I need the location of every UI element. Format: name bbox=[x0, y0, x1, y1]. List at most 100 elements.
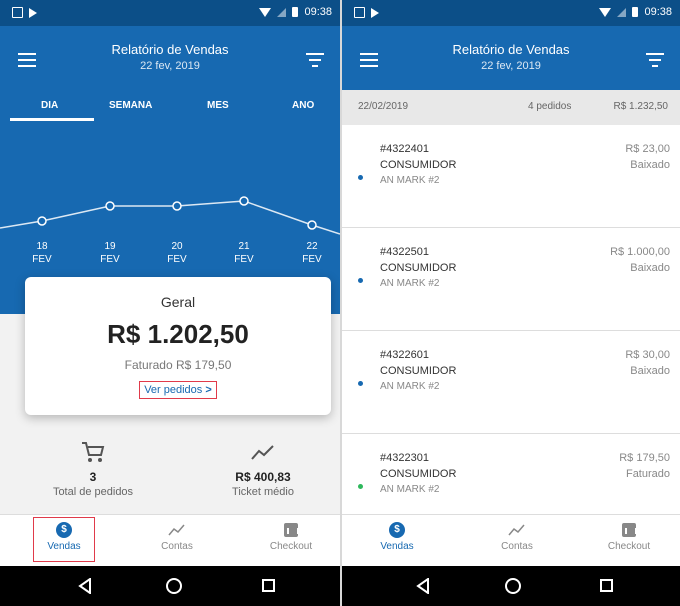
date-summary-bar: 22/02/2019 4 pedidos R$ 1.232,50 bbox=[342, 90, 680, 125]
order-number: #4322401 bbox=[380, 143, 429, 155]
bottom-nav: $ Vendas Contas Checkout bbox=[342, 514, 680, 566]
play-notification-icon bbox=[371, 7, 379, 18]
sales-report-screen: 09:38 Relatório de Vendas 22 fev, 2019 D… bbox=[0, 0, 340, 606]
chevron-right-icon: > bbox=[205, 384, 212, 396]
active-tab-indicator bbox=[10, 118, 94, 121]
dollar-icon: $ bbox=[389, 522, 405, 538]
chart-point[interactable] bbox=[105, 201, 115, 211]
order-customer: CONSUMIDOR bbox=[380, 468, 457, 480]
nav-checkout[interactable]: Checkout bbox=[256, 519, 326, 552]
stat-value: R$ 400,83 bbox=[235, 470, 291, 484]
nav-contas[interactable]: Contas bbox=[142, 519, 212, 552]
back-icon[interactable] bbox=[416, 578, 430, 594]
status-dot bbox=[358, 484, 363, 489]
order-address: AN MARK #2 bbox=[380, 381, 440, 392]
summary-amount: R$ 1.202,50 bbox=[107, 319, 249, 349]
date-label: 22/02/2019 bbox=[358, 101, 409, 112]
chart-day-label[interactable]: 22 FEV bbox=[292, 240, 332, 266]
trend-icon bbox=[482, 519, 552, 541]
orders-list-screen: 09:38 Relatório de Vendas 22 fev, 2019 2… bbox=[340, 0, 680, 606]
order-number: #4322501 bbox=[380, 246, 429, 258]
order-customer: CONSUMIDOR bbox=[380, 365, 457, 377]
chart-day-label[interactable]: 20 FEV bbox=[157, 240, 197, 266]
stat-value: 3 bbox=[89, 470, 97, 484]
signal-icon bbox=[617, 7, 627, 17]
cart-icon bbox=[18, 438, 168, 466]
system-nav-bar bbox=[342, 566, 680, 606]
stat-total-orders: 3 Total de pedidos bbox=[18, 438, 168, 498]
chart-point[interactable] bbox=[37, 216, 47, 226]
stat-label: Total de pedidos bbox=[52, 486, 134, 498]
order-number: #4322601 bbox=[380, 349, 429, 361]
order-customer: CONSUMIDOR bbox=[380, 262, 457, 274]
page-title: Relatório de Vendas bbox=[111, 42, 229, 57]
stat-label: Ticket médio bbox=[232, 486, 294, 498]
page-title: Relatório de Vendas bbox=[452, 42, 570, 57]
system-nav-bar bbox=[0, 566, 340, 606]
order-amount: R$ 1.000,00 bbox=[610, 246, 670, 258]
view-orders-button[interactable]: Ver pedidos > bbox=[139, 381, 217, 399]
stat-avg-ticket: R$ 400,83 Ticket médio bbox=[188, 438, 338, 498]
nav-checkout[interactable]: Checkout bbox=[594, 519, 664, 552]
tab-dia[interactable]: DIA bbox=[41, 100, 58, 111]
signal-icon bbox=[277, 7, 287, 17]
wifi-icon bbox=[599, 7, 612, 17]
tab-mes[interactable]: MES bbox=[207, 100, 229, 111]
order-address: AN MARK #2 bbox=[380, 278, 440, 289]
wifi-icon bbox=[259, 7, 272, 17]
summary-title: Geral bbox=[160, 294, 196, 310]
checkout-icon bbox=[622, 523, 637, 537]
home-icon[interactable] bbox=[166, 578, 182, 594]
chart-day-label[interactable]: 19 FEV bbox=[90, 240, 130, 266]
order-amount: R$ 23,00 bbox=[625, 143, 670, 155]
order-status: Faturado bbox=[625, 468, 670, 480]
chart-point[interactable] bbox=[307, 220, 317, 230]
battery-icon bbox=[632, 7, 639, 17]
trend-icon bbox=[142, 519, 212, 541]
nav-contas[interactable]: Contas bbox=[482, 519, 552, 552]
order-status: Baixado bbox=[630, 365, 670, 377]
status-bar: 09:38 bbox=[342, 0, 680, 26]
status-time: 09:38 bbox=[644, 6, 672, 18]
tab-semana[interactable]: SEMANA bbox=[109, 100, 152, 111]
summary-card: Geral R$ 1.202,50 Faturado R$ 179,50 Ver… bbox=[25, 277, 331, 415]
tab-ano[interactable]: ANO bbox=[292, 100, 314, 111]
back-icon[interactable] bbox=[78, 578, 92, 594]
status-dot bbox=[358, 381, 363, 386]
nav-vendas[interactable]: $ Vendas bbox=[362, 519, 432, 552]
chart-point[interactable] bbox=[172, 201, 182, 211]
order-count: 4 pedidos bbox=[528, 101, 572, 112]
order-status: Baixado bbox=[630, 262, 670, 274]
order-status: Baixado bbox=[630, 159, 670, 171]
order-address: AN MARK #2 bbox=[380, 175, 440, 186]
gallery-notification-icon bbox=[12, 7, 23, 18]
home-icon[interactable] bbox=[505, 578, 521, 594]
status-bar: 09:38 bbox=[0, 0, 340, 26]
page-subtitle: 22 fev, 2019 bbox=[481, 60, 541, 72]
order-row[interactable]: #4322401 CONSUMIDOR AN MARK #2 R$ 23,00 … bbox=[342, 125, 680, 228]
order-customer: CONSUMIDOR bbox=[380, 159, 457, 171]
order-row[interactable]: #4322501 CONSUMIDOR AN MARK #2 R$ 1.000,… bbox=[342, 228, 680, 331]
summary-invoiced: Faturado R$ 179,50 bbox=[124, 358, 232, 372]
filter-icon[interactable] bbox=[306, 53, 324, 67]
order-row[interactable]: #4322601 CONSUMIDOR AN MARK #2 R$ 30,00 … bbox=[342, 331, 680, 434]
recents-icon[interactable] bbox=[600, 579, 613, 592]
order-amount: R$ 30,00 bbox=[625, 349, 670, 361]
checkout-icon bbox=[284, 523, 299, 537]
date-total: R$ 1.232,50 bbox=[613, 101, 669, 112]
gallery-notification-icon bbox=[354, 7, 365, 18]
page-subtitle: 22 fev, 2019 bbox=[140, 60, 200, 72]
chart-day-label[interactable]: 18 FEV bbox=[22, 240, 62, 266]
status-time: 09:38 bbox=[304, 6, 332, 18]
order-row[interactable]: #4322301 CONSUMIDOR AN MARK #2 R$ 179,50… bbox=[342, 434, 680, 514]
recents-icon[interactable] bbox=[262, 579, 275, 592]
active-nav-highlight bbox=[33, 517, 95, 562]
play-notification-icon bbox=[29, 7, 37, 18]
filter-icon[interactable] bbox=[646, 53, 664, 67]
order-amount: R$ 179,50 bbox=[619, 452, 670, 464]
orders-list: #4322401 CONSUMIDOR AN MARK #2 R$ 23,00 … bbox=[342, 125, 680, 514]
app-bar: Relatório de Vendas 22 fev, 2019 bbox=[342, 26, 680, 90]
chart-point[interactable] bbox=[239, 196, 249, 206]
chart-day-label[interactable]: 21 FEV bbox=[224, 240, 264, 266]
status-dot bbox=[358, 175, 363, 180]
